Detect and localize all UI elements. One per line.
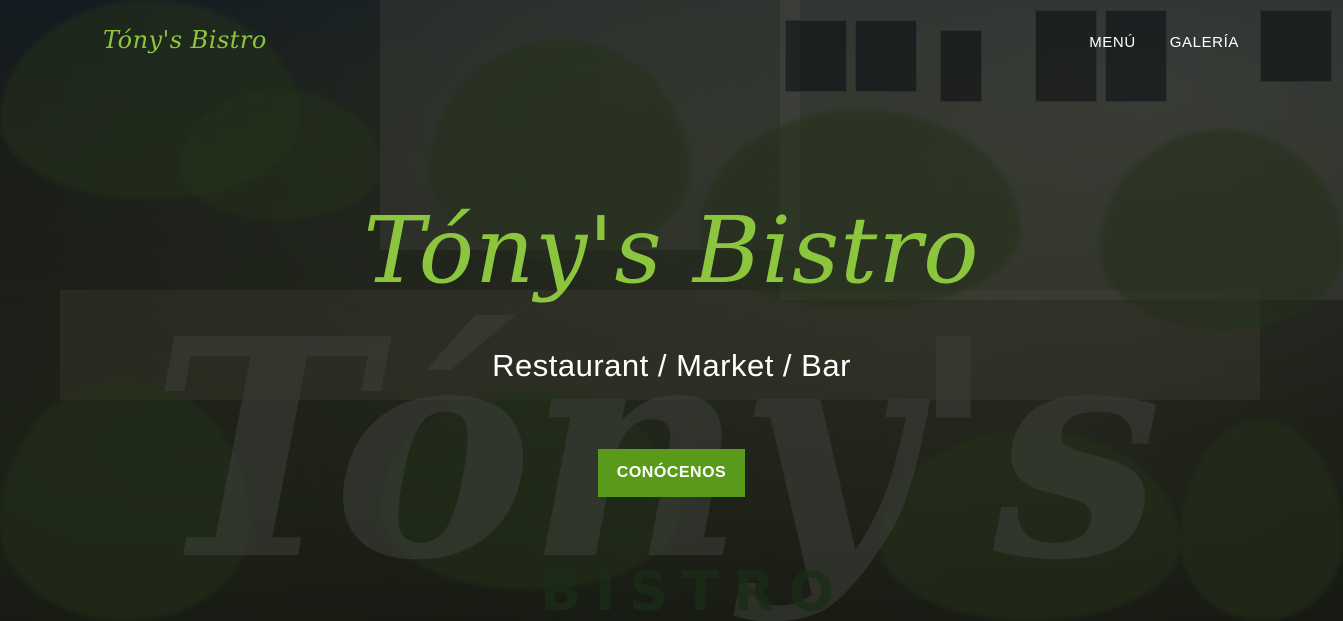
hero-subtitle: Restaurant / Market / Bar (492, 348, 851, 383)
nav-item-gallery[interactable]: GALERÍA (1170, 34, 1239, 51)
hero-section: Tóny's BISTRO Tóny's Bistro MENÚ GALERÍA… (0, 0, 1343, 621)
brand-logo-link[interactable]: Tóny's Bistro (103, 26, 267, 54)
hero-title: Tóny's Bistro (363, 197, 980, 304)
main-nav: MENÚ GALERÍA (1089, 34, 1239, 51)
dark-overlay (0, 0, 1343, 621)
about-us-button[interactable]: CONÓCENOS (598, 449, 745, 497)
nav-item-menu[interactable]: MENÚ (1089, 34, 1136, 51)
